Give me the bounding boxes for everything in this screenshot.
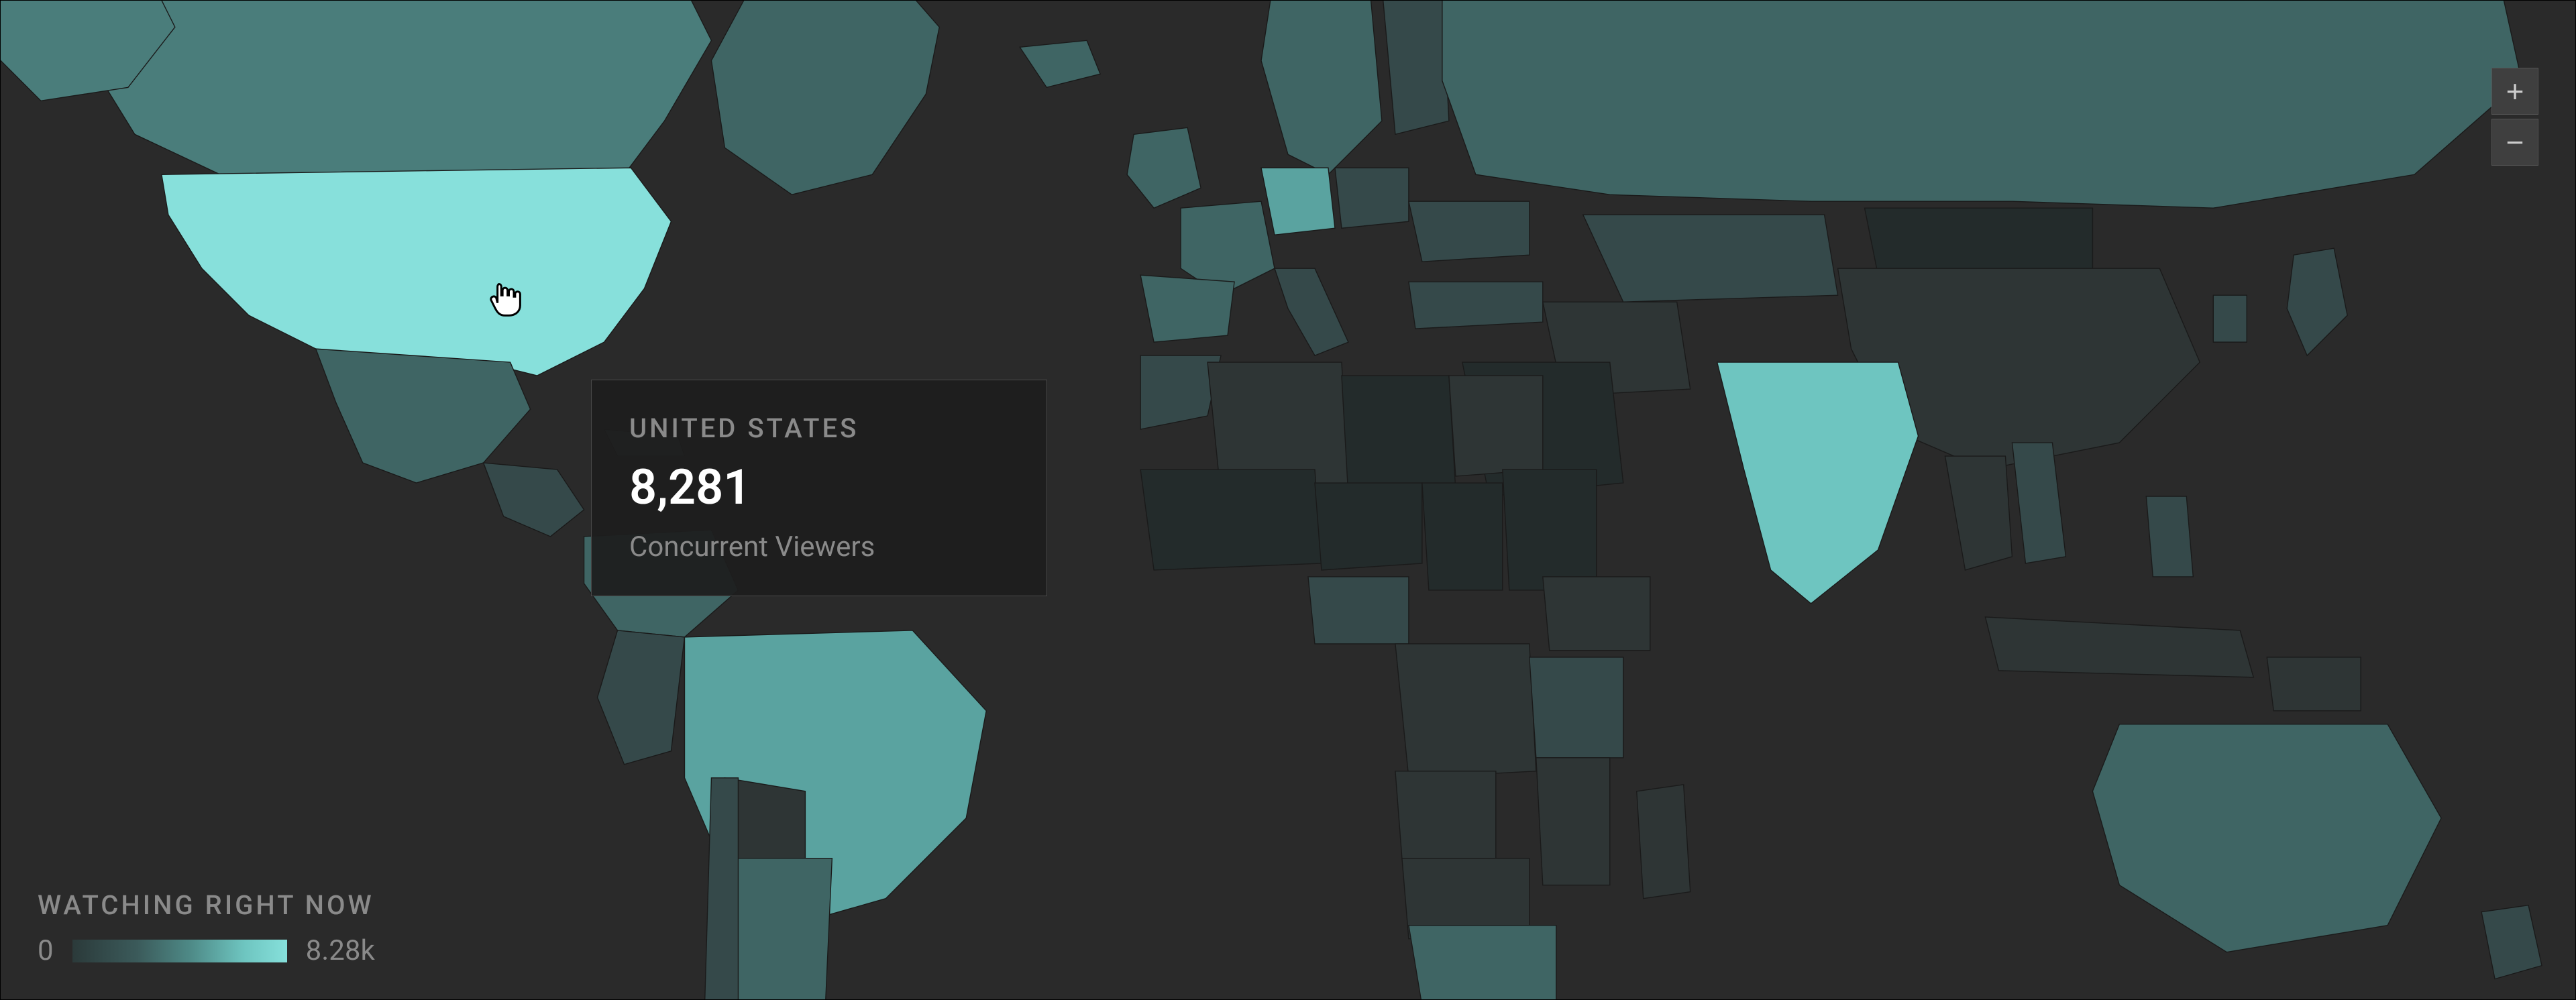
country-finland[interactable] bbox=[1382, 1, 1449, 134]
country-ukraine[interactable] bbox=[1409, 201, 1529, 262]
country-japan[interactable] bbox=[2287, 248, 2347, 355]
country-indonesia[interactable] bbox=[1985, 617, 2253, 677]
country-tanzania-kenya[interactable] bbox=[1529, 657, 1623, 758]
country-india[interactable] bbox=[1717, 362, 1919, 604]
country-madagascar[interactable] bbox=[1637, 785, 1690, 899]
legend-title: WATCHING RIGHT NOW bbox=[38, 889, 375, 921]
country-mexico[interactable] bbox=[316, 349, 531, 483]
country-thailand[interactable] bbox=[1945, 456, 2012, 570]
tooltip-country-name: UNITED STATES bbox=[629, 412, 1000, 444]
country-norway-sweden[interactable] bbox=[1261, 1, 1382, 174]
zoom-controls: + − bbox=[2491, 68, 2538, 166]
zoom-in-button[interactable]: + bbox=[2491, 68, 2538, 115]
country-libya[interactable] bbox=[1342, 376, 1456, 496]
legend-min: 0 bbox=[38, 934, 54, 967]
country-philippines[interactable] bbox=[2146, 496, 2193, 577]
country-greenland[interactable] bbox=[711, 1, 939, 195]
country-chad[interactable] bbox=[1422, 483, 1503, 590]
country-egypt[interactable] bbox=[1449, 376, 1543, 476]
country-iceland[interactable] bbox=[1020, 40, 1100, 87]
country-peru[interactable] bbox=[598, 630, 685, 765]
zoom-out-button[interactable]: − bbox=[2491, 119, 2538, 166]
country-mauritania-mali[interactable] bbox=[1140, 469, 1322, 570]
country-germany[interactable] bbox=[1261, 168, 1335, 235]
country-ethiopia[interactable] bbox=[1543, 577, 1650, 651]
world-map[interactable] bbox=[1, 1, 2575, 999]
country-kazakhstan[interactable] bbox=[1583, 215, 1838, 302]
country-united-states[interactable] bbox=[162, 168, 672, 376]
country-poland[interactable] bbox=[1335, 168, 1409, 228]
country-turkey[interactable] bbox=[1409, 282, 1543, 329]
country-vietnam[interactable] bbox=[2012, 443, 2065, 563]
country-drc[interactable] bbox=[1395, 644, 1536, 778]
country-mozambique[interactable] bbox=[1536, 758, 1610, 885]
tooltip-metric-label: Concurrent Viewers bbox=[629, 531, 1000, 563]
country-nigeria[interactable] bbox=[1308, 577, 1409, 644]
legend-max: 8.28k bbox=[306, 934, 375, 967]
country-angola[interactable] bbox=[1395, 771, 1496, 858]
country-niger[interactable] bbox=[1315, 483, 1422, 570]
analytics-map-panel: UNITED STATES 8,281 Concurrent Viewers +… bbox=[0, 0, 2576, 1000]
country-uk[interactable] bbox=[1127, 127, 1201, 208]
country-italy[interactable] bbox=[1275, 268, 1348, 355]
country-sudan[interactable] bbox=[1503, 469, 1597, 590]
legend-gradient bbox=[72, 940, 287, 962]
country-australia[interactable] bbox=[2092, 724, 2441, 952]
country-russia[interactable] bbox=[1442, 1, 2522, 208]
country-korea[interactable] bbox=[2213, 295, 2247, 342]
country-newzealand[interactable] bbox=[2481, 905, 2542, 979]
country-tooltip: UNITED STATES 8,281 Concurrent Viewers bbox=[591, 380, 1047, 596]
country-spain[interactable] bbox=[1140, 275, 1234, 342]
tooltip-value: 8,281 bbox=[629, 459, 1000, 516]
country-south-africa[interactable] bbox=[1409, 926, 1556, 999]
country-png[interactable] bbox=[2267, 657, 2361, 711]
country-mongolia[interactable] bbox=[1865, 208, 2093, 275]
country-central-america[interactable] bbox=[484, 463, 584, 537]
legend: WATCHING RIGHT NOW 0 8.28k bbox=[38, 889, 375, 967]
